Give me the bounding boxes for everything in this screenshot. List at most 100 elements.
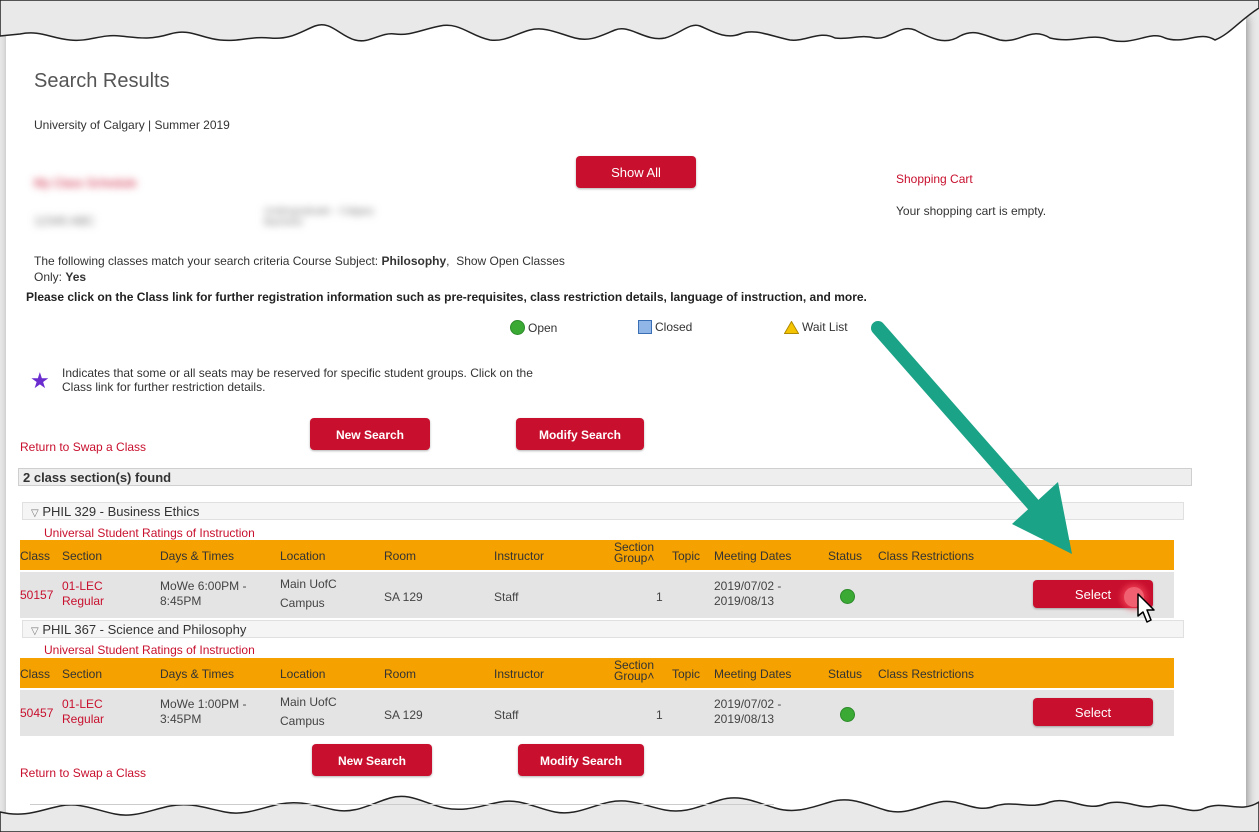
col-location: Location xyxy=(280,549,326,563)
section-group: 1 xyxy=(656,590,663,604)
new-search-button-bottom[interactable]: New Search xyxy=(312,744,432,776)
sort-ascending-icon[interactable]: ˄ xyxy=(647,669,654,683)
col-days-times: Days & Times xyxy=(160,667,235,681)
criteria-only-label: Only: xyxy=(34,270,63,284)
room: SA 129 xyxy=(384,590,423,604)
ratings-link-phil329[interactable]: Universal Student Ratings of Instruction xyxy=(44,526,255,540)
location-line1: Main UofC xyxy=(280,695,337,709)
criteria-only: Only: Yes xyxy=(34,270,86,284)
col-section-group-line2: Group xyxy=(614,669,648,683)
course-title: PHIL 329 - Business Ethics xyxy=(42,504,200,519)
legend-open-label: Open xyxy=(528,320,558,335)
ratings-link-phil367[interactable]: Universal Student Ratings of Instruction xyxy=(44,643,255,657)
col-status: Status xyxy=(828,549,863,563)
page-subtitle: University of Calgary | Summer 2019 xyxy=(34,118,230,132)
course-title: PHIL 367 - Science and Philosophy xyxy=(42,622,247,637)
criteria-text: The following classes match your search … xyxy=(34,254,565,268)
section-group: 1 xyxy=(656,708,663,722)
room: SA 129 xyxy=(384,708,423,722)
legend-closed-label: Closed xyxy=(655,320,693,334)
modify-search-button-bottom[interactable]: Modify Search xyxy=(518,744,644,776)
col-section-group-line2: Group xyxy=(614,551,648,565)
collapse-triangle-icon[interactable]: ▽ xyxy=(31,626,39,637)
redacted-student-id: 12345 ABC xyxy=(34,214,95,228)
col-section: Section xyxy=(62,667,103,681)
cart-status-text: Your shopping cart is empty. xyxy=(896,204,1047,218)
criteria-prefix: The following classes match your search … xyxy=(34,254,379,268)
redacted-schedule-link[interactable]: My Class Schedule xyxy=(34,176,137,190)
col-meeting-dates: Meeting Dates xyxy=(714,667,792,681)
section-type: Regular xyxy=(62,594,105,608)
reserved-star-icon: ★ xyxy=(30,368,50,393)
col-class: Class xyxy=(20,667,51,681)
location-line1: Main UofC xyxy=(280,577,337,591)
col-restrictions: Class Restrictions xyxy=(878,667,975,681)
col-location: Location xyxy=(280,667,326,681)
criteria-open-label: Show Open Classes xyxy=(456,254,565,268)
annotation-arrow-icon xyxy=(871,321,1072,554)
instructor: Staff xyxy=(494,708,519,722)
reserved-note-line1: Indicates that some or all seats may be … xyxy=(62,366,533,380)
legend-waitlist: Wait List xyxy=(784,320,848,334)
reserved-note: Indicates that some or all seats may be … xyxy=(62,366,533,394)
col-status: Status xyxy=(828,667,863,681)
redacted-program: Undergraduate - Calgary Bachelor xyxy=(264,206,375,228)
meeting-dates-line1: 2019/07/02 - xyxy=(714,697,782,711)
col-instructor: Instructor xyxy=(494,549,545,563)
col-topic: Topic xyxy=(672,549,701,563)
section-link[interactable]: 01-LEC xyxy=(62,579,103,593)
meeting-dates-line2: 2019/08/13 xyxy=(714,712,775,726)
instruction-text: Please click on the Class link for furth… xyxy=(26,290,867,304)
col-section: Section xyxy=(62,549,103,563)
open-status-icon xyxy=(510,320,525,335)
col-room: Room xyxy=(384,549,417,563)
open-status-icon xyxy=(840,707,855,722)
col-instructor: Instructor xyxy=(494,667,545,681)
days-times-line1: MoWe 6:00PM - xyxy=(160,579,247,593)
course-header-phil367[interactable]: ▽ PHIL 367 - Science and Philosophy xyxy=(22,620,1184,638)
sort-ascending-icon[interactable]: ˄ xyxy=(647,551,654,565)
table-row: 50457 01-LEC Regular MoWe 1:00PM - 3:45P… xyxy=(20,690,1174,736)
col-class: Class xyxy=(20,549,51,563)
open-status-icon xyxy=(840,589,855,604)
class-number-link[interactable]: 50157 xyxy=(20,588,53,602)
legend-open: Open xyxy=(510,320,557,335)
section-type: Regular xyxy=(62,712,105,726)
legend-waitlist-label: Wait List xyxy=(802,320,848,334)
criteria-subject: Philosophy xyxy=(381,254,447,268)
new-search-button-top[interactable]: New Search xyxy=(310,418,430,450)
return-swap-link-bottom[interactable]: Return to Swap a Class xyxy=(20,766,146,780)
class-number-link[interactable]: 50457 xyxy=(20,706,53,720)
location-line2: Campus xyxy=(280,596,325,610)
select-button[interactable]: Select xyxy=(1033,698,1153,726)
location-line2: Campus xyxy=(280,714,325,728)
table-header-phil367: Class Section Days & Times Location Room… xyxy=(20,658,1174,688)
col-days-times: Days & Times xyxy=(160,549,235,563)
mouse-cursor-icon xyxy=(1137,593,1155,623)
return-swap-link-top[interactable]: Return to Swap a Class xyxy=(20,440,146,454)
section-link[interactable]: 01-LEC xyxy=(62,697,103,711)
criteria-only-value: Yes xyxy=(65,270,87,284)
days-times-line2: 3:45PM xyxy=(160,712,202,726)
table-row: 50157 01-LEC Regular MoWe 6:00PM - 8:45P… xyxy=(20,572,1174,618)
col-section-group[interactable]: Section Group˄ xyxy=(614,659,654,683)
divider xyxy=(30,804,774,805)
days-times-line2: 8:45PM xyxy=(160,594,202,608)
shopping-cart-link[interactable]: Shopping Cart xyxy=(896,172,973,186)
waitlist-status-icon xyxy=(784,320,799,334)
legend-closed: Closed xyxy=(638,320,692,334)
reserved-note-line2: Class link for further restriction detai… xyxy=(62,380,266,394)
show-all-button[interactable]: Show All xyxy=(576,156,696,188)
closed-status-icon xyxy=(638,320,652,334)
page-title: Search Results xyxy=(34,70,170,92)
col-topic: Topic xyxy=(672,667,701,681)
meeting-dates-line1: 2019/07/02 - xyxy=(714,579,782,593)
instructor: Staff xyxy=(494,590,519,604)
collapse-triangle-icon[interactable]: ▽ xyxy=(31,508,39,519)
modify-search-button-top[interactable]: Modify Search xyxy=(516,418,644,450)
meeting-dates-line2: 2019/08/13 xyxy=(714,594,775,608)
col-room: Room xyxy=(384,667,417,681)
col-section-group[interactable]: Section Group˄ xyxy=(614,541,654,565)
days-times-line1: MoWe 1:00PM - xyxy=(160,697,247,711)
col-meeting-dates: Meeting Dates xyxy=(714,549,792,563)
